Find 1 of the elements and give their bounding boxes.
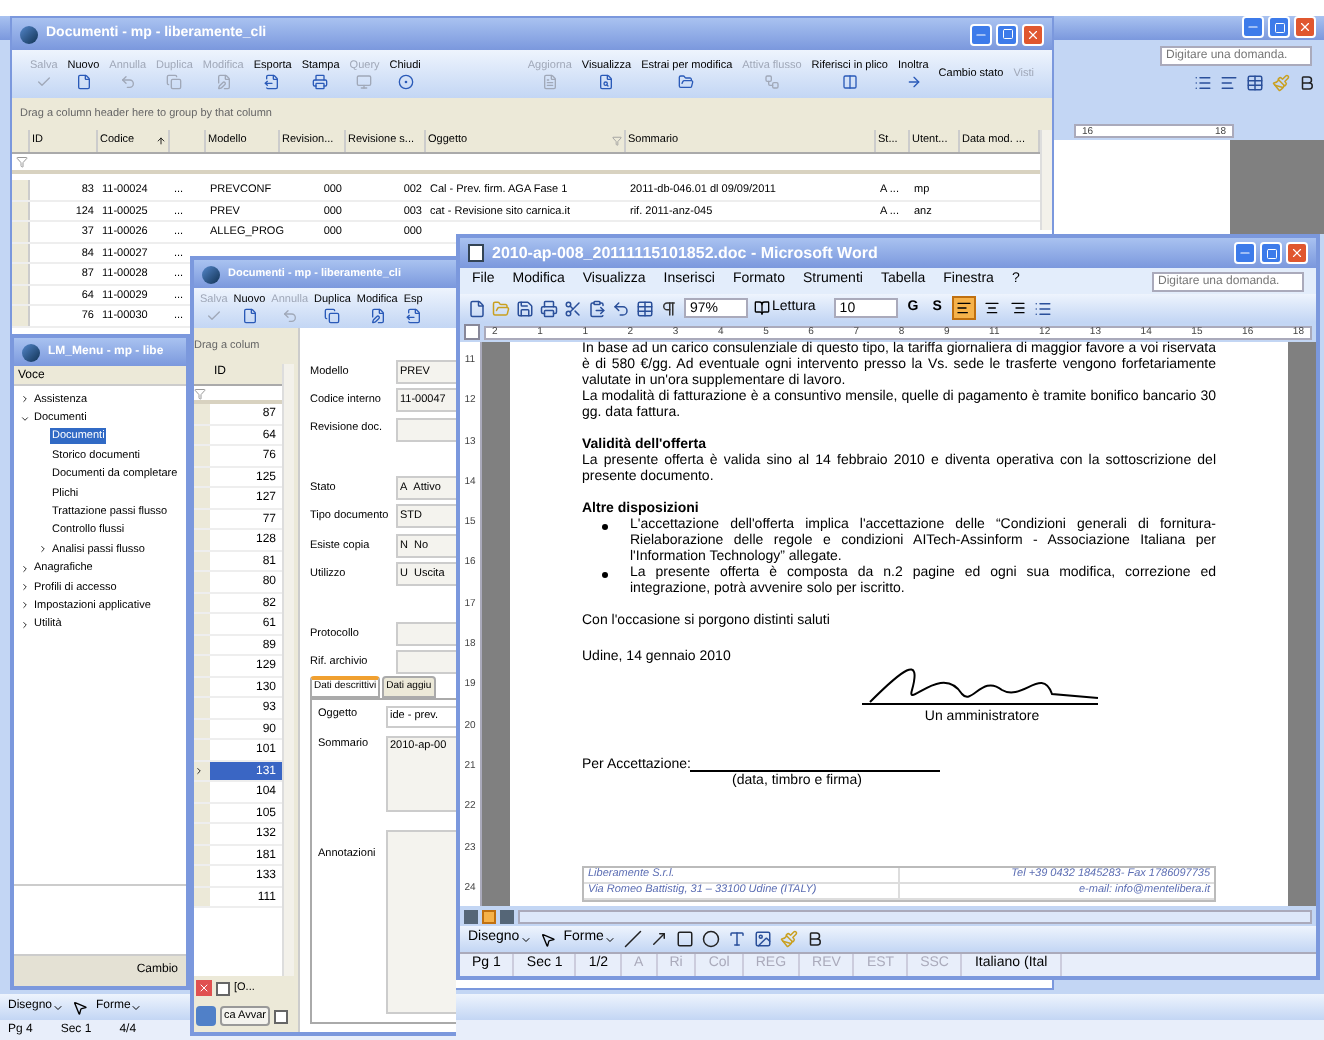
window-title: 2010-ap-008_20111115101852.doc - Microsoft Word xyxy=(492,241,878,265)
